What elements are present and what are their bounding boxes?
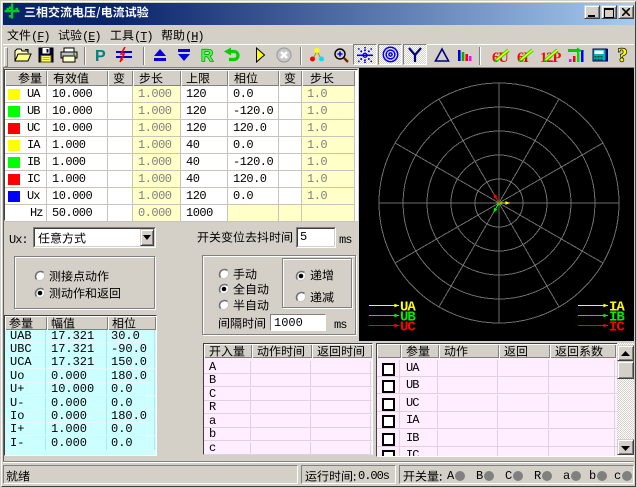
- svg-text:P: P: [95, 48, 106, 63]
- svg-text:UC: UC: [400, 320, 416, 336]
- svg-text:R: R: [201, 47, 213, 63]
- svg-text:IC: IC: [609, 320, 625, 336]
- svg-text:?: ?: [617, 47, 626, 63]
